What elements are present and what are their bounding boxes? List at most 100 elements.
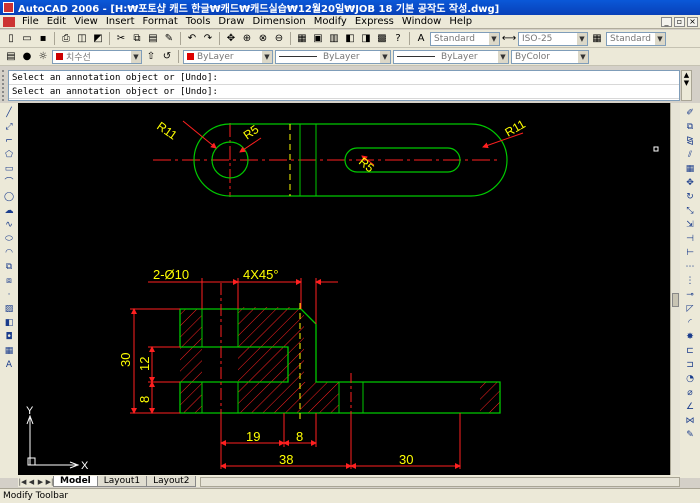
properties-icon[interactable]: ▦ [295, 32, 309, 45]
tab-model[interactable]: Model [53, 476, 98, 487]
tab-layout1[interactable]: Layout1 [96, 476, 148, 487]
grip-point[interactable] [653, 146, 659, 152]
command-line-grip[interactable] [2, 70, 7, 101]
dim-angular-icon[interactable]: ∠ [684, 401, 697, 413]
help-icon[interactable]: ? [391, 32, 405, 45]
tab-prev-icon[interactable]: ◀ [27, 477, 36, 487]
offset-icon[interactable]: ⫽ [684, 149, 697, 161]
fillet-icon[interactable]: ◜ [684, 317, 697, 329]
break-icon[interactable]: ⋮ [684, 275, 697, 287]
line-icon[interactable]: ╱ [3, 107, 16, 119]
lineweight-combo[interactable]: ByLayer ▼ [393, 49, 509, 64]
dim-aligned-icon[interactable]: ⊐ [684, 359, 697, 371]
polyline-icon[interactable]: ⌐ [3, 135, 16, 147]
save-icon[interactable]: ▪ [36, 32, 50, 45]
zoom-previous-icon[interactable]: ⊖ [272, 32, 286, 45]
break-at-point-icon[interactable]: ⋯ [684, 261, 697, 273]
quick-dim-icon[interactable]: ⋈ [684, 415, 697, 427]
sheet-set-icon[interactable]: ◧ [343, 32, 357, 45]
copy-object-icon[interactable]: ⧉ [684, 121, 697, 133]
hatch-icon[interactable]: ▨ [3, 303, 16, 315]
drawing-area[interactable]: R11 R5 R5 R11 2-Ø10 4X45° 30 12 8 19 8 3… [18, 103, 670, 475]
region-icon[interactable]: ◘ [3, 331, 16, 343]
tool-palettes-icon[interactable]: ▥ [327, 32, 341, 45]
paste-icon[interactable]: ▤ [146, 32, 160, 45]
preview-icon[interactable]: ◫ [75, 32, 89, 45]
dim-style-combo[interactable]: ISO-25 ▼ [518, 31, 588, 46]
menu-window[interactable]: Window [398, 16, 445, 27]
markup-icon[interactable]: ◨ [359, 32, 373, 45]
zoom-window-icon[interactable]: ⊗ [256, 32, 270, 45]
chevron-down-icon[interactable]: ▼ [262, 50, 272, 63]
open-icon[interactable]: ▭ [20, 32, 34, 45]
command-line-scrollbar[interactable]: ▲ ▼ [681, 70, 692, 101]
menu-help[interactable]: Help [445, 16, 476, 27]
copy-icon[interactable]: ⧉ [130, 32, 144, 45]
layer-combo[interactable]: 치수선 ▼ [52, 49, 142, 64]
color-combo[interactable]: ByLayer ▼ [183, 49, 273, 64]
trim-icon[interactable]: ⊣ [684, 233, 697, 245]
plot-style-combo[interactable]: ByColor ▼ [511, 49, 589, 64]
publish-icon[interactable]: ◩ [91, 32, 105, 45]
menu-tools[interactable]: Tools [182, 16, 215, 27]
revision-cloud-icon[interactable]: ☁ [3, 205, 16, 217]
circle-icon[interactable]: ◯ [3, 191, 16, 203]
sun-icon[interactable]: ☼ [36, 50, 50, 63]
scale-icon[interactable]: ⤡ [684, 205, 697, 217]
gradient-icon[interactable]: ◧ [3, 317, 16, 329]
explode-icon[interactable]: ✸ [684, 331, 697, 343]
spline-icon[interactable]: ∿ [3, 219, 16, 231]
design-center-icon[interactable]: ▣ [311, 32, 325, 45]
restore-icon[interactable]: ▫ [674, 16, 685, 27]
make-block-icon[interactable]: ⧈ [3, 275, 16, 287]
calculator-icon[interactable]: ▩ [375, 32, 389, 45]
chevron-down-icon[interactable]: ▼ [380, 50, 390, 63]
move-icon[interactable]: ✥ [684, 177, 697, 189]
new-icon[interactable]: ▯ [4, 32, 18, 45]
print-icon[interactable]: ⎙ [59, 32, 73, 45]
linetype-combo[interactable]: ByLayer ▼ [275, 49, 391, 64]
scrollbar-thumb[interactable] [672, 293, 679, 307]
ellipse-icon[interactable]: ⬭ [3, 233, 16, 245]
ellipse-arc-icon[interactable]: ◠ [3, 247, 16, 259]
dim-diameter-icon[interactable]: ⌀ [684, 387, 697, 399]
table-icon[interactable]: ▦ [3, 345, 16, 357]
chamfer-icon[interactable]: ◸ [684, 303, 697, 315]
extend-icon[interactable]: ⊢ [684, 247, 697, 259]
cut-icon[interactable]: ✂ [114, 32, 128, 45]
text-style-combo[interactable]: Standard ▼ [430, 31, 500, 46]
light-bulb-icon[interactable]: ● [20, 50, 34, 63]
chevron-down-icon[interactable]: ▼ [577, 32, 587, 45]
document-icon[interactable] [3, 16, 15, 27]
stretch-icon[interactable]: ⇲ [684, 219, 697, 231]
chevron-down-icon[interactable]: ▼ [498, 50, 508, 63]
minimize-icon[interactable]: _ [661, 16, 672, 27]
erase-icon[interactable]: ✐ [684, 107, 697, 119]
close-icon[interactable]: × [687, 16, 698, 27]
tab-first-icon[interactable]: |◀ [18, 477, 27, 487]
menu-file[interactable]: File [18, 16, 43, 27]
menu-insert[interactable]: Insert [102, 16, 139, 27]
layer-previous-icon[interactable]: ↺ [160, 50, 174, 63]
dim-edit-icon[interactable]: ✎ [684, 429, 697, 441]
menu-view[interactable]: View [70, 16, 102, 27]
drawing-horizontal-scrollbar[interactable] [200, 477, 680, 487]
make-current-icon[interactable]: ⇧ [144, 50, 158, 63]
chevron-down-icon[interactable]: ▼ [578, 50, 588, 63]
arc-icon[interactable]: ⌒ [3, 177, 16, 189]
chevron-down-icon[interactable]: ▼ [489, 32, 499, 45]
tab-layout2[interactable]: Layout2 [146, 476, 197, 487]
insert-block-icon[interactable]: ⧉ [3, 261, 16, 273]
dim-linear-icon[interactable]: ⊏ [684, 345, 697, 357]
layer-manager-icon[interactable]: ▤ [4, 50, 18, 63]
autocad-app-icon[interactable] [3, 2, 14, 13]
match-properties-icon[interactable]: ✎ [162, 32, 176, 45]
rectangle-icon[interactable]: ▭ [3, 163, 16, 175]
chevron-down-icon[interactable]: ▼ [131, 50, 141, 63]
dim-radius-icon[interactable]: ◔ [684, 373, 697, 385]
command-line-window[interactable]: Select an annotation object or [Undo]: S… [8, 70, 680, 101]
polygon-icon[interactable]: ⬠ [3, 149, 16, 161]
construction-line-icon[interactable]: ⤢ [3, 121, 16, 133]
table-style-combo[interactable]: Standard ▼ [606, 31, 666, 46]
menu-modify[interactable]: Modify [310, 16, 351, 27]
